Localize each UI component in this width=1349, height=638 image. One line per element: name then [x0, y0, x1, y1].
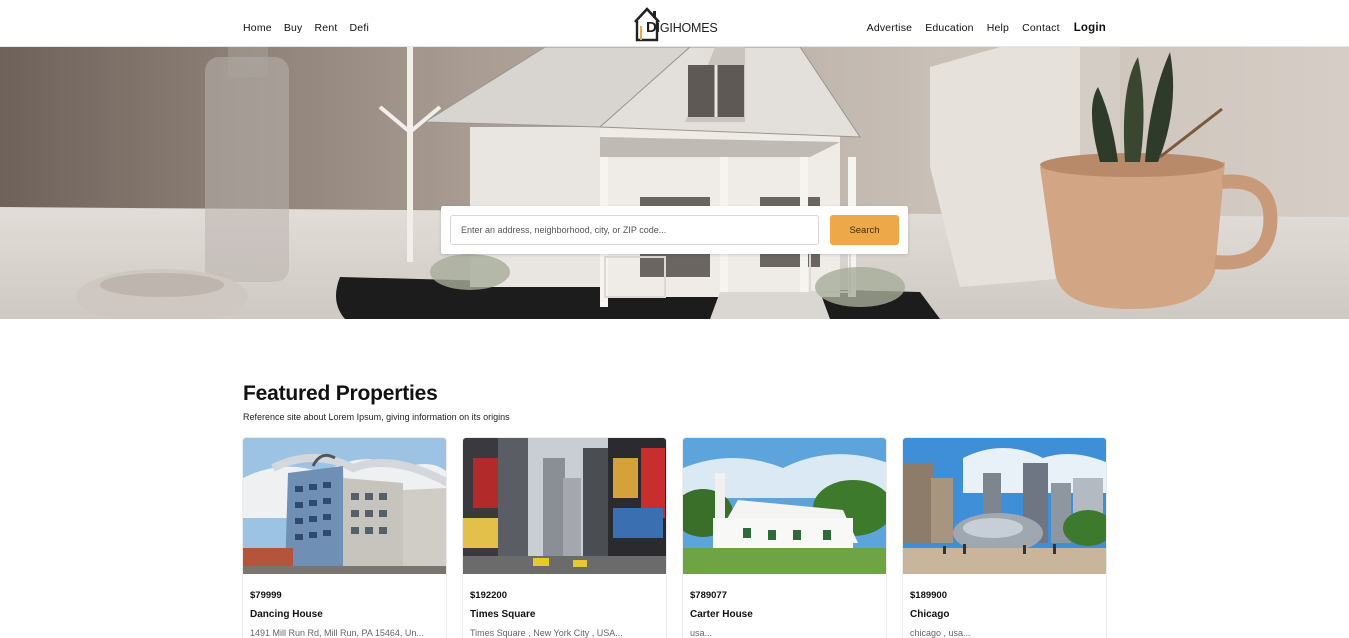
property-image [683, 438, 886, 574]
login-link[interactable]: Login [1074, 22, 1106, 34]
nav-help-link[interactable]: Help [987, 22, 1009, 34]
property-address: Times Square , New York City , USA... [470, 628, 623, 638]
property-address: 1491 Mill Run Rd, Mill Run, PA 15464, Un… [250, 628, 424, 638]
nav-right-group: Advertise Education Help Contact Login [867, 22, 1106, 34]
nav-home-link[interactable]: Home [243, 22, 272, 34]
property-name: Times Square [470, 609, 536, 620]
top-navbar: Home Buy Rent Defi DIGIHOMES Advertise E… [0, 0, 1349, 47]
property-image [243, 438, 446, 574]
featured-title: Featured Properties [243, 382, 438, 405]
property-card-carter-house[interactable]: $789077 Carter House usa... [682, 437, 887, 638]
logo-wordmark: DIGIHOMES [646, 19, 718, 36]
search-input[interactable] [450, 215, 819, 245]
nav-contact-link[interactable]: Contact [1022, 22, 1060, 34]
property-name: Carter House [690, 609, 753, 620]
nav-left-group: Home Buy Rent Defi [243, 22, 369, 34]
nav-defi-link[interactable]: Defi [350, 22, 369, 34]
property-price: $79999 [250, 590, 282, 601]
property-image [463, 438, 666, 574]
property-price: $189900 [910, 590, 947, 601]
featured-subtitle: Reference site about Lorem Ipsum, giving… [243, 412, 510, 422]
site-logo[interactable]: DIGIHOMES [632, 5, 722, 43]
property-image [903, 438, 1106, 574]
hero-banner: Search [0, 47, 1349, 319]
property-price: $789077 [690, 590, 727, 601]
nav-advertise-link[interactable]: Advertise [867, 22, 913, 34]
property-card-times-square[interactable]: $192200 Times Square Times Square , New … [462, 437, 667, 638]
nav-rent-link[interactable]: Rent [315, 22, 338, 34]
nav-education-link[interactable]: Education [925, 22, 974, 34]
hero-house-image [0, 47, 1349, 319]
property-address: chicago , usa... [910, 628, 971, 638]
property-card-chicago[interactable]: $189900 Chicago chicago , usa... [902, 437, 1107, 638]
property-card-dancing-house[interactable]: $79999 Dancing House 1491 Mill Run Rd, M… [242, 437, 447, 638]
property-name: Dancing House [250, 609, 323, 620]
search-panel: Search [441, 206, 908, 254]
property-name: Chicago [910, 609, 950, 620]
property-price: $192200 [470, 590, 507, 601]
nav-buy-link[interactable]: Buy [284, 22, 303, 34]
property-address: usa... [690, 628, 713, 638]
search-button[interactable]: Search [830, 215, 899, 245]
